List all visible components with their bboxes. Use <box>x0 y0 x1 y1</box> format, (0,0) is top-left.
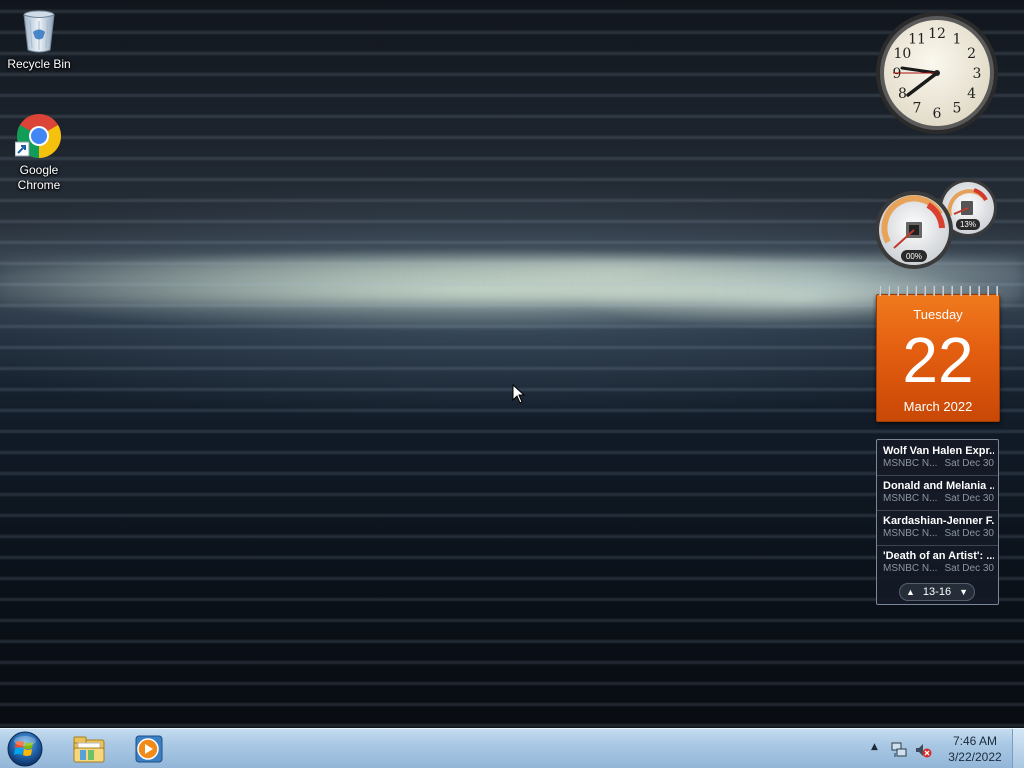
feed-item-source: MSNBC N... <box>883 493 938 504</box>
clock-numeral: 2 <box>967 46 976 62</box>
clock-numeral: 3 <box>973 66 982 82</box>
calendar-month-year: March 2022 <box>903 399 973 414</box>
feed-item-title: 'Death of an Artist': ... <box>883 550 994 562</box>
system-tray: ▲ 7:46 AM 3/22/2022 <box>866 729 1010 768</box>
feed-item[interactable]: Wolf Van Halen Expr... MSNBC N... Sat De… <box>877 440 998 475</box>
feed-item[interactable]: Donald and Melania ... MSNBC N... Sat De… <box>877 475 998 510</box>
feed-headlines-gadget: Wolf Van Halen Expr... MSNBC N... Sat De… <box>876 439 999 605</box>
feed-item[interactable]: 'Death of an Artist': ... MSNBC N... Sat… <box>877 545 998 580</box>
clock-numeral: 5 <box>953 101 962 117</box>
feed-item-source: MSNBC N... <box>883 563 938 574</box>
previous-feed-arrow-icon[interactable]: ▲ <box>906 587 915 597</box>
feed-item-source: MSNBC N... <box>883 528 938 539</box>
taskbar: ▲ 7:46 AM 3/22/2022 <box>0 728 1024 768</box>
clock-face: 12 12 3 45678 9 1011 <box>876 12 998 134</box>
recycle-bin-label: Recycle Bin <box>7 57 71 71</box>
taskbar-time: 7:46 AM <box>952 734 998 748</box>
feed-item-source: MSNBC N... <box>883 458 938 469</box>
clock-numeral: 8 <box>898 86 907 102</box>
file-explorer-taskbar-button[interactable] <box>61 731 117 767</box>
clock-numeral: 6 <box>933 106 942 122</box>
feed-item-date: Sat Dec 30 <box>944 563 994 574</box>
start-button[interactable] <box>5 730 45 768</box>
file-explorer-icon <box>73 736 105 763</box>
feed-item-date: Sat Dec 30 <box>944 493 994 504</box>
calendar-binding-rings <box>876 286 1000 296</box>
clock-numeral: 7 <box>913 101 922 117</box>
cpu-meter-dials: 13% 00% <box>875 179 997 269</box>
clock-gadget[interactable]: 12 1 2 3 4 5 6 7 8 9 10 11 <box>874 10 1000 136</box>
recycle-bin-shortcut[interactable]: Recycle Bin <box>1 6 77 72</box>
cpu-meter-gadget[interactable]: 13% 00% <box>874 176 1000 274</box>
feed-item-date: Sat Dec 30 <box>944 458 994 469</box>
feed-item[interactable]: Kardashian-Jenner F... MSNBC N... Sat De… <box>877 510 998 545</box>
feed-item-date: Sat Dec 30 <box>944 528 994 539</box>
clock-numeral: 10 <box>893 46 911 62</box>
clock-numeral: 1 <box>953 31 962 47</box>
show-desktop-button[interactable] <box>1012 729 1024 768</box>
windows-start-icon <box>7 731 43 767</box>
memory-percent: 13% <box>960 220 976 229</box>
calendar-day-number: 22 <box>902 324 974 396</box>
next-feed-arrow-icon[interactable]: ▼ <box>959 587 968 597</box>
google-chrome-shortcut[interactable]: Google Chrome <box>1 112 77 193</box>
recycle-bin-icon <box>15 6 63 54</box>
media-player-icon <box>135 735 163 763</box>
clock-numeral: 9 <box>893 66 902 82</box>
clock-numeral: 11 <box>908 31 926 47</box>
clock-numeral: 12 <box>928 26 946 42</box>
cpu-percent: 00% <box>906 252 922 261</box>
feed-item-title: Kardashian-Jenner F... <box>883 515 994 527</box>
feed-item-title: Donald and Melania ... <box>883 480 994 492</box>
mouse-cursor-icon <box>512 384 526 404</box>
feed-range-label: 13-16 <box>922 586 952 598</box>
wallpaper-streaks <box>0 0 1024 728</box>
desktop-wallpaper[interactable] <box>0 0 1024 728</box>
clock-numeral: 4 <box>967 86 976 102</box>
chrome-label: Google Chrome <box>17 163 61 192</box>
taskbar-date: 3/22/2022 <box>948 750 1002 764</box>
feed-item-title: Wolf Van Halen Expr... <box>883 445 994 457</box>
network-icon[interactable] <box>890 741 908 759</box>
calendar-weekday: Tuesday <box>913 307 963 322</box>
volume-muted-icon[interactable] <box>914 741 932 759</box>
taskbar-clock[interactable]: 7:46 AM 3/22/2022 <box>942 733 1008 765</box>
media-player-taskbar-button[interactable] <box>121 731 177 767</box>
feed-pager: ▲ 13-16 ▼ <box>899 583 975 601</box>
chrome-icon <box>14 112 63 160</box>
calendar-page: Tuesday 22 March 2022 <box>876 294 1000 422</box>
show-hidden-icons-arrow-icon[interactable]: ▲ <box>871 742 878 752</box>
calendar-gadget[interactable]: Tuesday 22 March 2022 <box>876 286 1000 422</box>
